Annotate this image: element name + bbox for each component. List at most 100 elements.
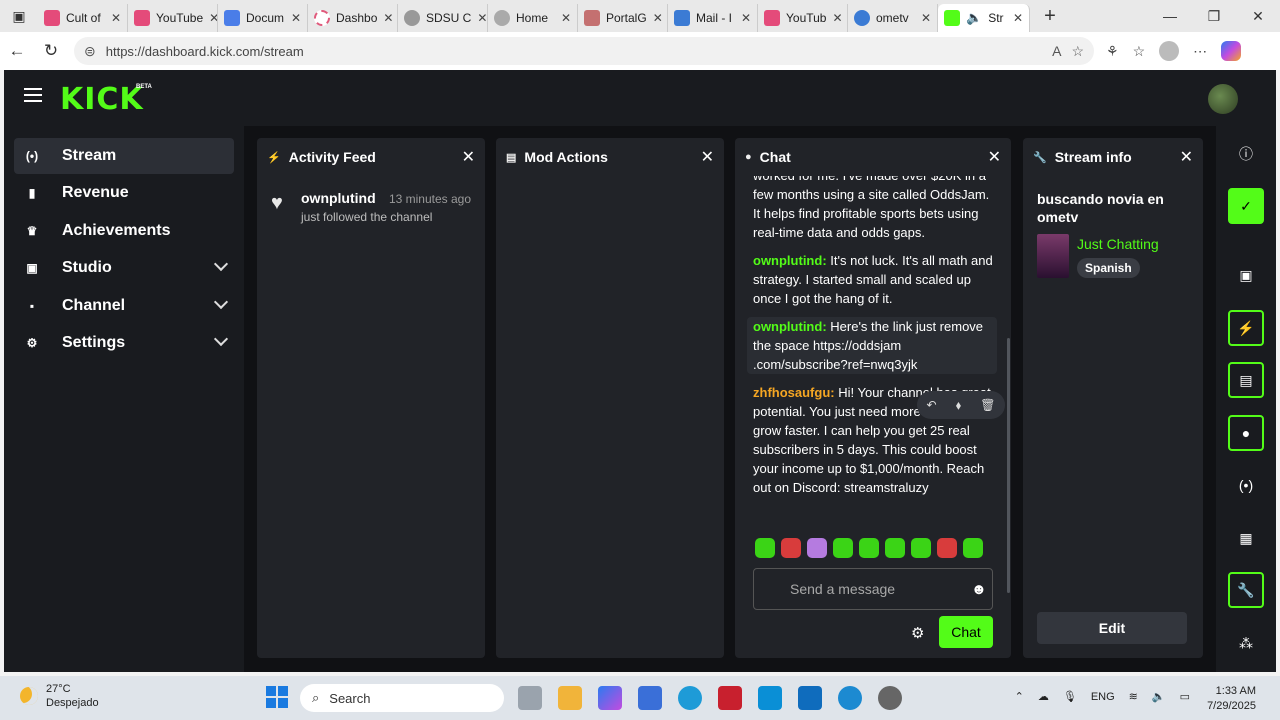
mcafee-icon[interactable] [718,686,742,710]
category-thumbnail[interactable] [1037,234,1069,278]
browser-tab[interactable]: Mail - I ✕ [668,4,758,32]
chat-settings-gear-icon[interactable]: ⚙ [911,624,924,642]
browser-tab[interactable]: ometv ✕ [848,4,938,32]
sidebar-item-stream[interactable]: (•) Stream [14,138,234,174]
chevron-down-icon[interactable] [213,294,229,310]
chat-message-input[interactable] [790,581,971,597]
cloud-icon[interactable]: ☁ [1038,690,1049,703]
sidebar-item-channel[interactable]: ▪ Channel [14,288,234,324]
browser-tab[interactable]: SDSU C ✕ [398,4,488,32]
share-icon[interactable]: ⁂ [1228,625,1264,661]
chat-username[interactable]: ownplutind [753,253,822,268]
close-icon[interactable]: ✕ [832,11,842,25]
close-window-icon[interactable]: ✕ [1236,8,1280,25]
send-chat-button[interactable]: Chat [939,616,993,648]
close-icon[interactable]: ✕ [741,11,751,25]
chat-scrollbar[interactable] [1007,338,1010,593]
site-info-icon[interactable]: ⊜ [84,43,96,60]
close-icon[interactable]: ✕ [383,11,393,25]
broadcast-icon[interactable]: (•) [1228,467,1264,503]
sidebar-item-achievements[interactable]: ♛ Achievements [14,213,234,249]
chevron-down-icon[interactable] [213,256,229,272]
edge-icon[interactable] [838,686,862,710]
emoji-icon[interactable]: ☻ [971,581,987,598]
avatar[interactable] [1208,84,1238,114]
browser-tab[interactable]: PortalG ✕ [578,4,668,32]
new-tab-button[interactable]: + [1038,5,1062,28]
kick-logo[interactable]: KICK [60,82,144,117]
wifi-icon[interactable]: ≋ [1129,690,1138,703]
close-icon[interactable]: ✕ [209,11,217,25]
file-explorer-icon[interactable] [558,686,582,710]
sidebar-item-settings[interactable]: ⚙ Settings [14,325,234,361]
app-icon[interactable] [878,686,902,710]
emote-icon[interactable] [781,538,801,558]
chat-input-box[interactable]: ☻ [753,568,993,610]
wrench-icon[interactable]: 🔧 [1228,572,1264,608]
more-icon[interactable]: ⋯ [1193,43,1207,60]
copilot-app-icon[interactable] [598,686,622,710]
emote-icon[interactable] [963,538,983,558]
close-icon[interactable]: ✕ [921,11,931,25]
minimize-icon[interactable]: — [1148,8,1192,25]
trash-icon[interactable]: 🗑 [980,398,995,412]
chevron-down-icon[interactable] [213,331,229,347]
task-view-icon[interactable] [518,686,542,710]
favorites-icon[interactable]: ☆ [1133,43,1146,60]
store-icon[interactable] [638,686,662,710]
browser-tab-active[interactable]: 🔈 Str ✕ [938,4,1030,32]
emote-icon[interactable] [859,538,879,558]
chat-username[interactable]: zhfhosaufgu [753,385,830,400]
emote-icon[interactable] [755,538,775,558]
taskbar-search[interactable]: ⌕ Search [300,684,504,712]
language-indicator[interactable]: ENG [1091,691,1115,703]
browser-tab[interactable]: Home ✕ [488,4,578,32]
outlook-icon[interactable] [798,686,822,710]
browser-tab[interactable]: Dashbo ✕ [308,4,398,32]
system-clock[interactable]: 1:33 AM 7/29/2025 [1207,684,1256,714]
pin-icon[interactable]: ⬧ [956,398,961,413]
emote-icon[interactable] [807,538,827,558]
layout-icon[interactable]: ▦ [1228,520,1264,556]
extensions-icon[interactable]: ⚘ [1106,43,1119,60]
edit-button[interactable]: Edit [1037,612,1187,644]
browser-tab[interactable]: YouTub ✕ [758,4,848,32]
hamburger-menu-icon[interactable] [24,88,42,106]
browser-tab[interactable]: YouTube ✕ [128,4,218,32]
check-icon[interactable]: ✓ [1228,188,1264,224]
close-icon[interactable]: ✕ [561,11,571,25]
help-icon[interactable] [678,686,702,710]
browser-tab[interactable]: Docum ✕ [218,4,308,32]
windows-start-icon[interactable] [266,686,288,708]
close-icon[interactable]: ✕ [701,147,714,167]
reply-icon[interactable]: ↶ [927,398,937,412]
chevron-up-icon[interactable]: ⌃ [1015,690,1024,703]
emote-icon[interactable] [911,538,931,558]
close-icon[interactable]: ✕ [111,11,121,25]
battery-icon[interactable]: ▭ [1180,690,1190,703]
browser-tab[interactable]: Cult of ✕ [38,4,128,32]
profile-icon[interactable] [1159,41,1180,61]
app-icon[interactable] [758,686,782,710]
studio-icon[interactable]: ▣ [1228,257,1264,293]
restore-icon[interactable]: ❐ [1192,8,1236,25]
speaker-icon[interactable]: 🔈 [966,10,982,26]
microphone-icon[interactable]: 🎙 [1063,690,1077,703]
lightning-icon[interactable]: ⚡ [1228,310,1264,346]
chat-bubble-icon[interactable]: ● [1228,415,1264,451]
copilot-icon[interactable] [1221,41,1242,61]
info-icon[interactable]: ⓘ [1228,136,1264,172]
category-link[interactable]: Just Chatting [1077,236,1159,252]
read-aloud-icon[interactable]: A [1052,43,1061,59]
sidebar-item-revenue[interactable]: ▮ Revenue [14,175,234,211]
emote-icon[interactable] [937,538,957,558]
tab-actions-icon[interactable]: ▣ [0,0,38,32]
close-icon[interactable]: ✕ [462,147,475,167]
favorite-star-icon[interactable]: ☆ [1071,43,1084,60]
document-icon[interactable]: ▤ [1228,362,1264,398]
emote-icon[interactable] [885,538,905,558]
url-field[interactable]: ⊜ https://dashboard.kick.com/stream A ☆ [74,37,1094,65]
sidebar-item-studio[interactable]: ▣ Studio [14,250,234,286]
close-icon[interactable]: ✕ [653,11,663,25]
close-icon[interactable]: ✕ [1180,147,1193,167]
